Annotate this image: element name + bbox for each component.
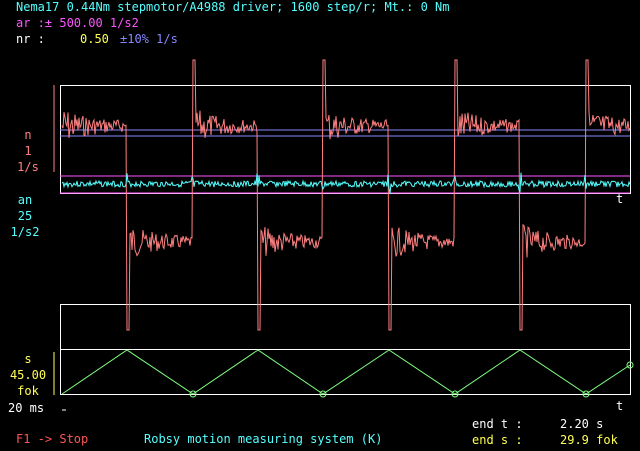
header-title: Nema17 0.44Nm stepmotor/A4988 driver; 16… [16, 0, 450, 14]
axis-s-value: 45.00 [9, 368, 47, 382]
end-time-label: end t : [472, 417, 523, 431]
end-position-label: end s : [472, 433, 523, 447]
end-position-value: 29.9 fok [560, 433, 618, 447]
stop-hotkey-button[interactable]: F1 -> Stop [16, 433, 88, 446]
header-speed-value: 0.50 [80, 32, 109, 46]
header-speed-label: nr : [16, 32, 45, 46]
velocity-trace [61, 59, 631, 331]
axis-s-unit: fok [17, 384, 39, 398]
end-time-value: 2.20 s [560, 417, 604, 431]
measurement-plot [53, 59, 634, 411]
system-name: Robsy motion measuring system (K) [144, 432, 383, 446]
header-accel-ref: ar :± 500.00 1/s2 [16, 16, 139, 30]
time-axis-marker-upper: t [616, 192, 624, 206]
axis-n-unit: 1/s [17, 160, 39, 174]
header-speed-tolerance: ±10% 1/s [120, 32, 178, 46]
axis-an-unit: 1/s2 [10, 225, 40, 239]
position-frame [60, 349, 631, 395]
time-axis-marker-lower: t [616, 399, 624, 413]
axis-n-value: 1 [24, 144, 32, 158]
axis-s-label: s [24, 352, 32, 366]
axis-an-label: an [17, 193, 33, 207]
velocity-frame [60, 85, 631, 194]
lower-frame [60, 304, 631, 350]
position-trace [61, 349, 631, 395]
axis-n-label: n [24, 128, 32, 142]
time-scale-label: 20 ms [8, 401, 45, 415]
axis-an-value: 25 [17, 209, 33, 223]
